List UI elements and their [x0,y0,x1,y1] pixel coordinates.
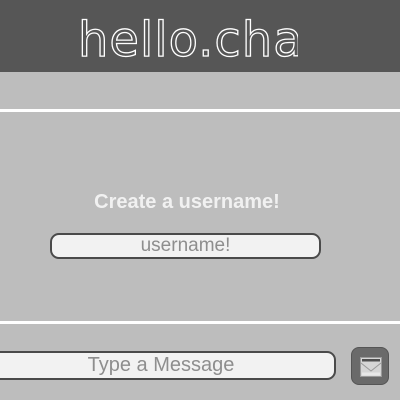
send-button[interactable] [351,347,389,385]
message-input[interactable] [0,351,336,380]
envelope-icon [360,357,382,377]
bottom-divider [0,321,400,324]
app-logo: hello.chat [78,0,298,72]
header-bar: hello.chat [0,0,400,72]
top-divider [0,109,400,112]
chat-app: hello.chat Create a username! [0,0,400,400]
logo-text: hello.chat [78,12,298,68]
create-username-prompt: Create a username! [94,191,280,213]
username-input[interactable] [50,233,321,259]
